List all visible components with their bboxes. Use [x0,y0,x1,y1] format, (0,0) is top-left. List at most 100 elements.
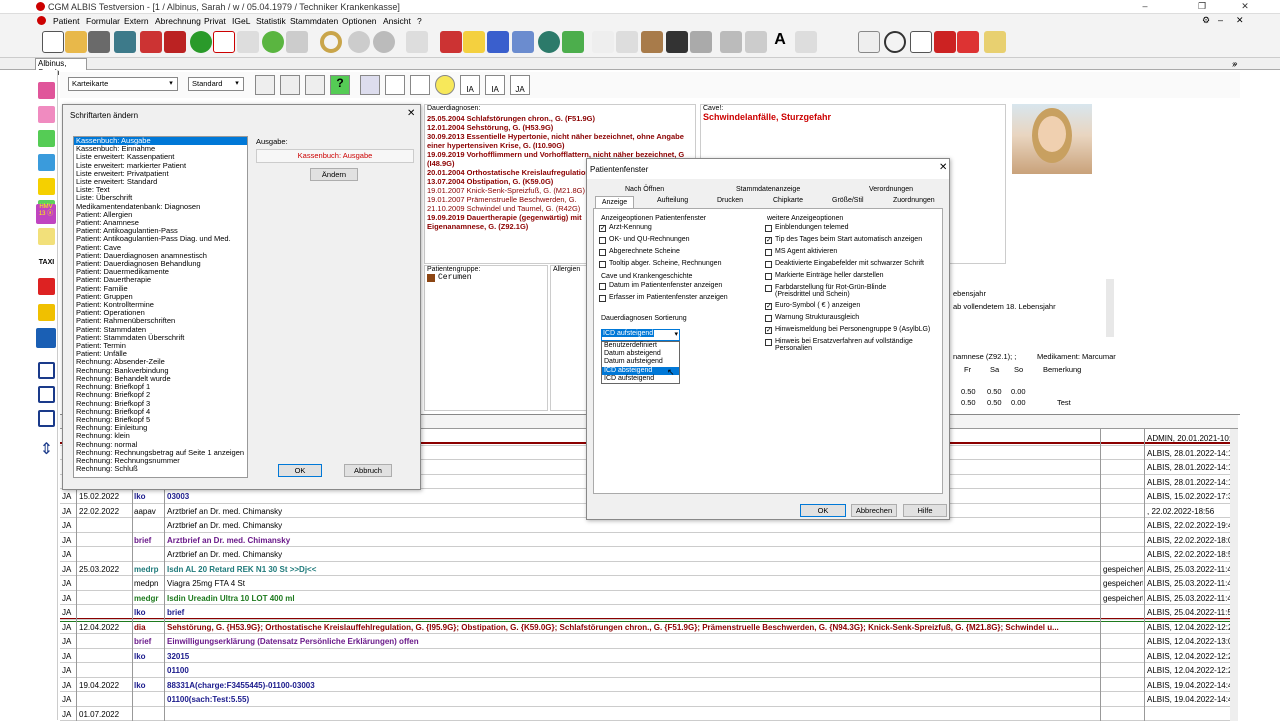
chevron-down-icon[interactable]: ▾ [674,330,678,338]
tab-drucken[interactable]: Drucken [717,197,743,204]
cb-tooltip[interactable]: Tooltip abger. Scheine, Rechnungen [599,258,761,270]
checkbox-icon[interactable] [765,315,772,322]
checkbox-icon[interactable] [599,295,606,302]
table-row[interactable]: JA01100ALBIS, 12.04.2022-12:26 [60,663,1238,678]
hand-icon[interactable] [957,31,979,53]
checkbox-icon[interactable] [765,273,772,280]
sidebar-green-icon[interactable] [38,130,55,147]
checkbox-icon[interactable] [599,261,606,268]
sidebar-pink-icon[interactable] [38,82,55,99]
schriftarten-list[interactable]: Kassenbuch: AusgabeKassenbuch: EinnahmeL… [73,136,248,478]
sidebar-red-doc-icon[interactable] [38,278,55,295]
cb-strukturausgleich[interactable]: Warnung Strukturausgleich [765,312,937,324]
sidebar-grid-icon[interactable] [36,328,56,348]
restore-icon[interactable]: ❐ [1192,1,1212,13]
cb-ms-agent[interactable]: MS Agent aktivieren [765,246,937,258]
tab-verordnungen[interactable]: Verordnungen [869,186,913,193]
question-icon[interactable]: ? [330,75,350,95]
tab-aufteilung[interactable]: Aufteilung [657,197,688,204]
new-document-icon[interactable] [42,31,64,53]
attachment-icon[interactable] [435,75,455,95]
info-scrollbar[interactable] [1106,279,1114,337]
mdi-close-icon[interactable]: ✕ [1236,15,1244,26]
tab-anzeige[interactable]: Anzeige [595,196,634,208]
sidebar-p2-icon[interactable] [38,304,55,321]
checkbox-checked-icon[interactable]: ✓ [599,225,606,232]
sidebar-p-icon[interactable] [38,154,55,171]
zoom-icon[interactable] [286,31,308,53]
pill-icon[interactable] [385,75,405,95]
copy-icon[interactable] [616,31,638,53]
table-row[interactable]: JA01100(sach:Test:5.55)ALBIS, 19.04.2022… [60,692,1238,707]
menu-help[interactable]: ? [417,16,422,26]
refresh-icon[interactable] [190,31,212,53]
table-row[interactable]: JAArztbrief an Dr. med. ChimanskyALBIS, … [60,547,1238,562]
table-row[interactable]: JAmedpnViagra 25mg FTA 4 StgespeichertAL… [60,576,1238,591]
ebm-icon[interactable] [487,31,509,53]
menu-extern[interactable]: Extern [124,16,149,26]
green-mail-icon[interactable] [562,31,584,53]
menu-stammdaten[interactable]: Stammdaten [290,16,338,26]
table-row[interactable]: JAArztbrief an Dr. med. ChimanskyALBIS, … [60,518,1238,533]
table-row[interactable]: JA19.04.2022lko88331A(charge:F3455445)-0… [60,678,1238,693]
edit-icon[interactable] [280,75,300,95]
print-preview-icon[interactable] [745,31,767,53]
menu-igel[interactable]: IGeL [232,16,250,26]
cb-tip-des-tages[interactable]: ✓Tip des Tages beim Start automatisch an… [765,234,937,246]
table-row[interactable]: JAbriefArztbrief an Dr. med. ChimanskyAL… [60,533,1238,548]
medical-case-icon[interactable] [934,31,956,53]
tab-stammdatenanzeige[interactable]: Stammdatenanzeige [736,186,800,193]
font-icon[interactable]: A [769,31,791,53]
menu-optionen[interactable]: Optionen [342,16,377,26]
tab-patient[interactable]: Albinus, Sarah [35,58,87,70]
ia-icon[interactable]: IA [460,75,480,95]
chart-icon[interactable] [255,75,275,95]
clock-icon[interactable] [884,31,906,53]
patient-icon[interactable] [88,31,110,53]
list-icon[interactable] [858,31,880,53]
tab-groesse-stil[interactable]: Größe/Stil [832,197,864,204]
mdi-minimize-icon[interactable]: – [1218,15,1223,25]
journal-scrollbar[interactable] [1230,429,1238,721]
checkbox-icon[interactable] [765,261,772,268]
cb-erfasser[interactable]: Erfasser im Patientenfenster anzeigen [599,292,761,304]
globe-icon[interactable] [538,31,560,53]
calendar-icon[interactable] [910,31,932,53]
chat-icon[interactable] [348,31,370,53]
pf-hilfe-button[interactable]: Hilfe [903,504,947,517]
schriftarten-close-icon[interactable]: ✕ [407,108,415,119]
plus-circle-icon[interactable] [262,31,284,53]
scissors-icon[interactable] [592,31,614,53]
sidebar-yellow-icon[interactable] [38,178,55,195]
email-send-icon[interactable] [512,31,534,53]
form-icon[interactable] [140,31,162,53]
checkbox-icon[interactable] [599,237,606,244]
pf-abbrechen-button[interactable]: Abbrechen [851,504,897,517]
table-row[interactable]: JA12.04.2022diaSehstörung, G. {H53.9G}; … [60,620,1238,635]
binoculars-icon[interactable] [666,31,688,53]
mail-icon[interactable] [463,31,485,53]
tab-nach-oeffnen[interactable]: Nach Öffnen [625,186,664,193]
schriftarten-abbruch-button[interactable]: Abbruch [344,464,392,477]
cb-markierte[interactable]: Markierte Einträge heller darstellen [765,270,937,282]
checklist-icon[interactable] [213,31,235,53]
sidebar-pink2-icon[interactable] [38,106,55,123]
panel-overflow-icon[interactable]: » [1232,60,1236,69]
pen-red-icon[interactable] [440,31,462,53]
table-row[interactable]: JAmedgrIsdin Ureadin Ultra 10 LOT 400 ml… [60,591,1238,606]
tab-zuordnungen[interactable]: Zuordnungen [893,197,935,204]
open-folder-icon[interactable] [65,31,87,53]
sidebar-window3-icon[interactable] [38,410,55,427]
menu-statistik[interactable]: Statistik [256,16,286,26]
tab-chipkarte[interactable]: Chipkarte [773,197,803,204]
table-row[interactable]: JAlkobriefALBIS, 25.04.2022-11:50 [60,605,1238,620]
table-row[interactable]: JAlko32015ALBIS, 12.04.2022-12:26 [60,649,1238,664]
close-icon[interactable]: ✕ [1235,1,1255,13]
sortierung-select[interactable]: ICD aufsteigend ▾ [601,329,680,341]
pencil-icon[interactable] [237,31,259,53]
scan-icon[interactable] [305,75,325,95]
checkbox-icon[interactable] [765,225,772,232]
aendern-button[interactable]: Ändern [310,168,358,181]
cb-telemed[interactable]: Einblendungen telemed [765,222,937,234]
menu-privat[interactable]: Privat [204,16,226,26]
